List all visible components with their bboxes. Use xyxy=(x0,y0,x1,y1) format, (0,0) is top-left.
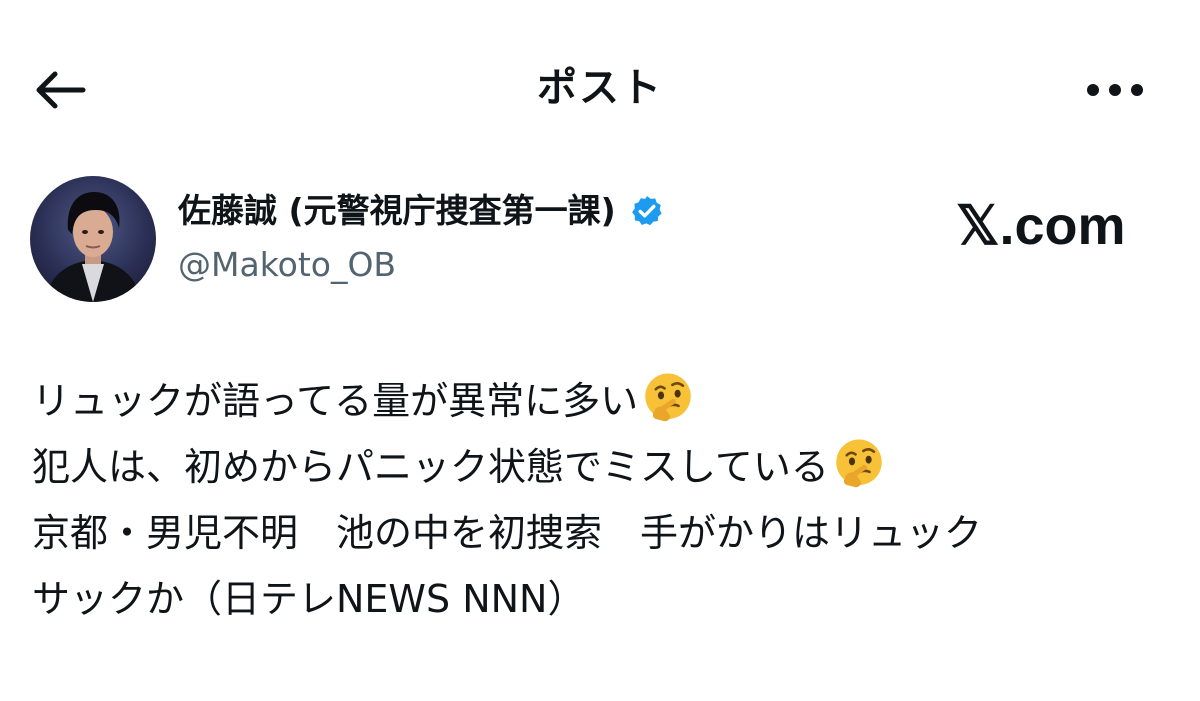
top-bar: ポスト xyxy=(0,0,1200,180)
arrow-left-icon xyxy=(36,71,86,109)
post-line-text: リュックが語ってる量が異常に多い xyxy=(32,379,639,423)
post-line: 京都・男児不明 池の中を初捜索 手がかりはリュック xyxy=(32,511,983,555)
post-line: リュックが語ってる量が異常に多い xyxy=(32,368,1172,434)
author-block: 佐藤誠 (元警視庁捜査第一課) @Makoto_OB 𝕏.com xyxy=(0,170,1200,310)
page-title: ポスト xyxy=(537,65,663,111)
verified-badge-icon xyxy=(630,194,664,228)
display-name[interactable]: 佐藤誠 (元警視庁捜査第一課) xyxy=(178,188,664,234)
more-horizontal-icon xyxy=(1087,84,1143,96)
user-handle[interactable]: @Makoto_OB xyxy=(178,242,396,288)
post-line: 犯人は、初めからパニック状態でミスしている xyxy=(32,434,1172,500)
avatar-portrait xyxy=(44,192,142,302)
post-text: リュックが語ってる量が異常に多い 犯人は、初めからパニック状態でミスしている 京… xyxy=(32,368,1172,632)
display-name-text: 佐藤誠 (元警視庁捜査第一課) xyxy=(178,191,616,230)
more-options-button[interactable] xyxy=(1080,62,1150,118)
thinking-face-emoji xyxy=(645,373,691,422)
x-com-watermark: 𝕏.com xyxy=(956,196,1126,256)
thinking-face-emoji xyxy=(836,439,882,488)
back-button[interactable] xyxy=(30,62,90,118)
avatar[interactable] xyxy=(30,176,156,302)
post-line-text: 犯人は、初めからパニック状態でミスしている xyxy=(32,445,829,489)
post-line: サックか（日テレNEWS NNN） xyxy=(32,577,586,621)
